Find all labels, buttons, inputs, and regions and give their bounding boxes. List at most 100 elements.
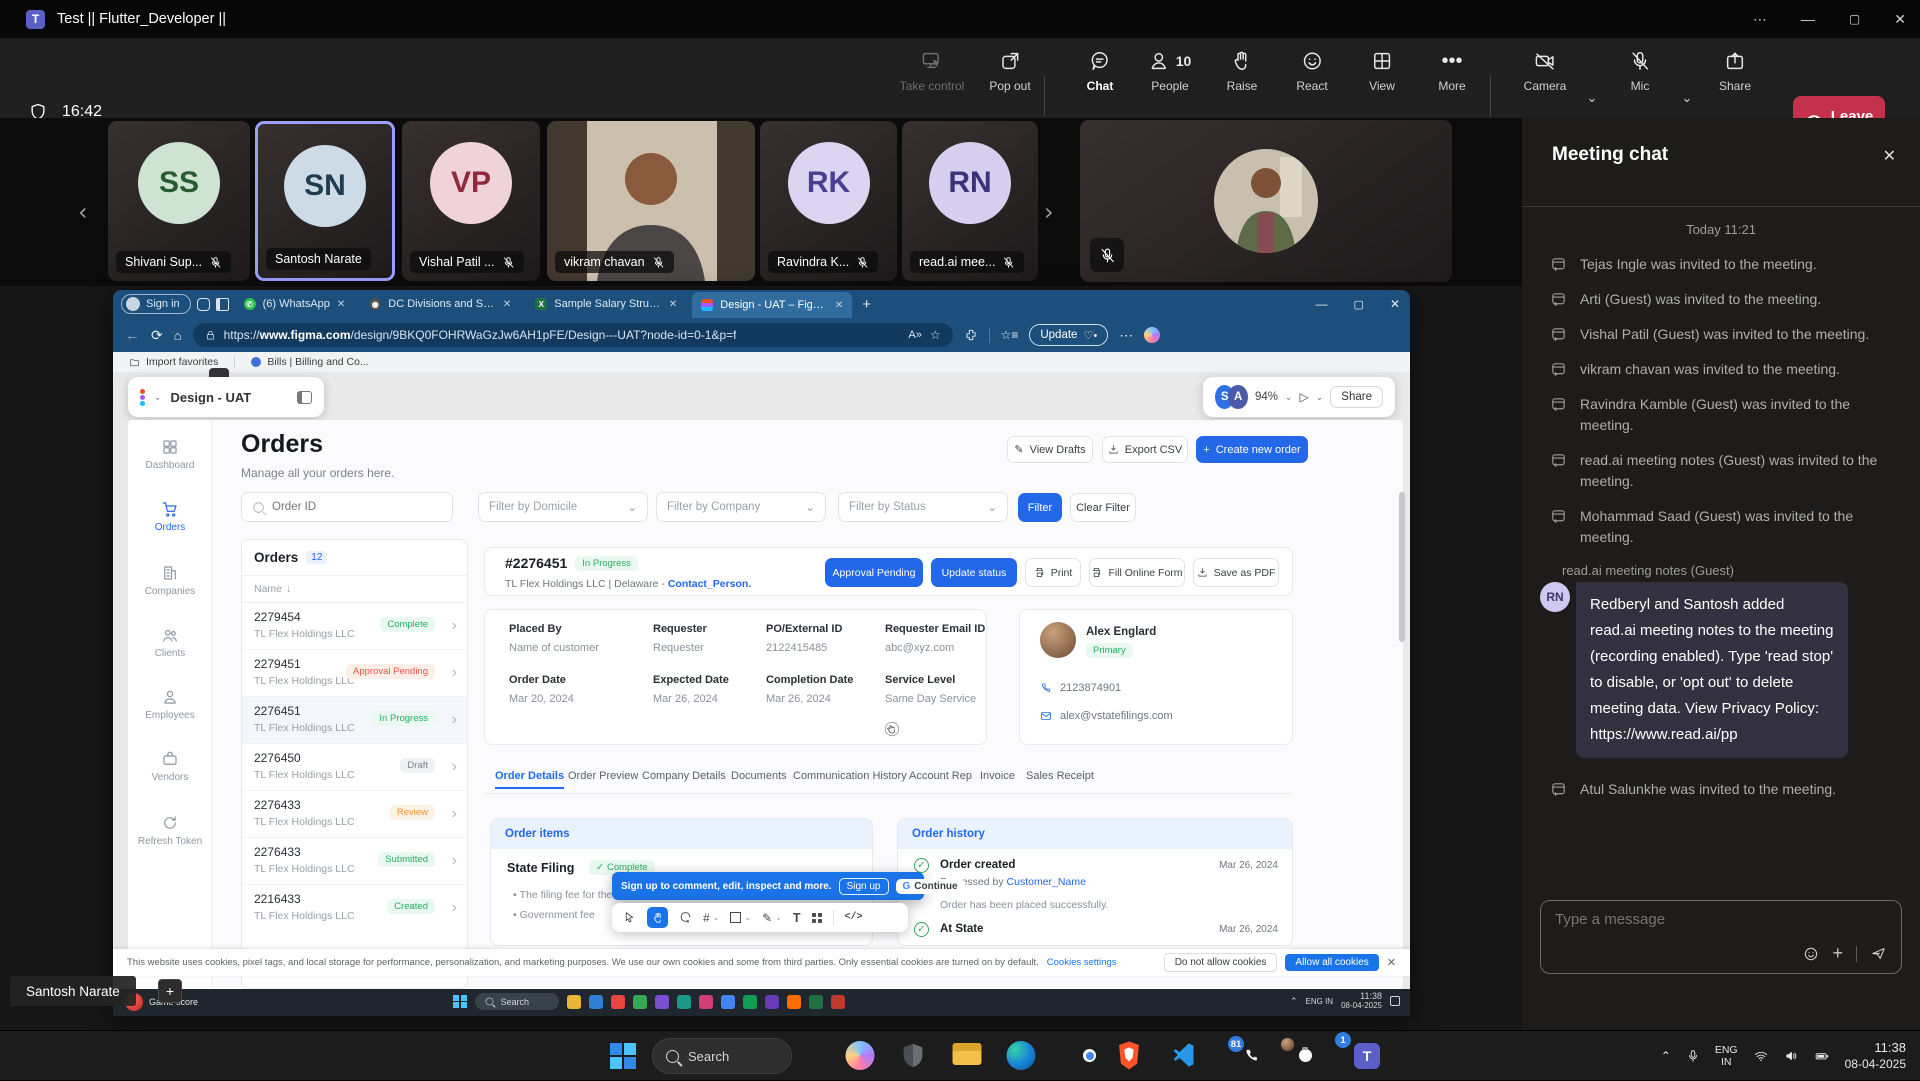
sidebar-item-employees[interactable]: Employees: [128, 688, 212, 721]
browser-tab[interactable]: ✆ (6) WhatsApp✕: [235, 292, 355, 316]
attach-plus-icon[interactable]: +: [1832, 943, 1843, 964]
present-icon[interactable]: ▷: [1300, 390, 1309, 404]
taskbar-app-icon[interactable]: [765, 995, 779, 1009]
battery-icon[interactable]: [1814, 1049, 1830, 1063]
approval-pending-button[interactable]: Approval Pending: [825, 558, 923, 587]
wifi-icon[interactable]: [1753, 1049, 1769, 1063]
allow-cookies-button[interactable]: Allow all cookies: [1285, 954, 1378, 971]
order-row-selected[interactable]: 2276451 TL Flex Holdings LLC In Progress…: [242, 697, 467, 744]
name-column-header[interactable]: Name: [254, 583, 282, 595]
refresh-icon[interactable]: ⟳: [151, 327, 163, 344]
extensions-icon[interactable]: [964, 328, 978, 342]
tab-close-icon[interactable]: ✕: [669, 299, 677, 310]
clear-filter-button[interactable]: Clear Filter: [1070, 493, 1136, 522]
tab-close-icon[interactable]: ✕: [835, 300, 843, 311]
export-csv-button[interactable]: Export CSV: [1102, 436, 1188, 463]
bookmark-item[interactable]: Bills | Billing and Co...: [251, 356, 368, 368]
sort-icon[interactable]: ↓: [286, 583, 291, 595]
comment-tool-icon[interactable]: [679, 911, 692, 924]
save-as-pdf-button[interactable]: Save as PDF: [1193, 558, 1279, 587]
edge-icon[interactable]: [1007, 1041, 1036, 1070]
order-row[interactable]: 2276450 TL Flex Holdings LLC Draft ›: [242, 744, 467, 791]
tab-communication-history[interactable]: Communication History: [793, 770, 907, 782]
browser-menu-icon[interactable]: ⋯: [1119, 327, 1133, 344]
view-button[interactable]: View: [1369, 50, 1395, 93]
shared-clock[interactable]: 11:38 08-04-2025: [1341, 991, 1382, 1011]
company-filter-dropdown[interactable]: Filter by Company⌄: [656, 492, 826, 522]
collaborator-avatar[interactable]: A: [1228, 385, 1247, 409]
people-button[interactable]: 10 People: [1149, 50, 1192, 93]
text-tool-icon[interactable]: T: [793, 911, 801, 925]
figma-share-button[interactable]: Share: [1330, 386, 1383, 408]
browser-profile-button[interactable]: Sign in: [121, 294, 191, 314]
participant-tile[interactable]: RN read.ai mee...: [902, 121, 1038, 281]
taskbar-app-icon[interactable]: [699, 995, 713, 1009]
create-new-order-button[interactable]: +Create new order: [1196, 436, 1308, 463]
language-indicator[interactable]: ENGIN: [1715, 1044, 1738, 1068]
tray-expand-icon[interactable]: ⌃: [1661, 1049, 1671, 1063]
camera-options-chevron[interactable]: ⌄: [1587, 90, 1598, 106]
window-more-icon[interactable]: ⋯: [1753, 11, 1767, 28]
more-button[interactable]: ••• More: [1438, 50, 1465, 93]
tab-sales-receipt[interactable]: Sales Receipt: [1026, 770, 1094, 782]
tab-close-icon[interactable]: ✕: [337, 299, 345, 310]
pen-tool-icon[interactable]: ✎⌄: [762, 911, 782, 925]
read-aloud-icon[interactable]: A»: [908, 329, 921, 341]
sidebar-item-clients[interactable]: Clients: [128, 626, 212, 659]
emoji-icon[interactable]: [1803, 946, 1819, 962]
sidebar-item-vendors[interactable]: Vendors: [128, 750, 212, 783]
taskbar-app-icon[interactable]: [633, 995, 647, 1009]
sidebar-item-dashboard[interactable]: Dashboard: [128, 438, 212, 471]
status-filter-dropdown[interactable]: Filter by Status⌄: [838, 492, 1008, 522]
back-icon[interactable]: ←: [125, 327, 140, 344]
order-row[interactable]: 2216433 TL Flex Holdings LLC Created ›: [242, 885, 467, 932]
filmstrip-next-icon[interactable]: ›: [1044, 198, 1054, 226]
order-row[interactable]: 2276433 TL Flex Holdings LLC Submitted ›: [242, 838, 467, 885]
chat-button[interactable]: Chat: [1087, 50, 1114, 93]
send-icon[interactable]: [1870, 945, 1887, 962]
participant-tile-video[interactable]: vikram chavan: [547, 121, 755, 281]
google-continue-button[interactable]: GContinue: [896, 879, 965, 894]
react-button[interactable]: React: [1296, 50, 1327, 93]
move-tool-icon[interactable]: [623, 911, 636, 924]
file-menu-chevron[interactable]: ⌄: [154, 392, 162, 403]
canvas-scrollbar[interactable]: [1399, 492, 1405, 642]
update-browser-button[interactable]: Update ♡•: [1029, 324, 1108, 346]
view-drafts-button[interactable]: ✎View Drafts: [1007, 436, 1093, 463]
tab-order-preview[interactable]: Order Preview: [568, 770, 638, 782]
favorite-star-icon[interactable]: ☆: [930, 328, 941, 342]
cookie-settings-link[interactable]: Cookies settings: [1047, 957, 1117, 968]
deny-cookies-button[interactable]: Do not allow cookies: [1164, 953, 1278, 972]
favorites-bar-icon[interactable]: ☆≡: [1001, 328, 1019, 342]
domicile-filter-dropdown[interactable]: Filter by Domicile⌄: [478, 492, 648, 522]
taskbar-app-icon[interactable]: [831, 995, 845, 1009]
camera-button[interactable]: Camera: [1524, 50, 1567, 93]
taskbar-app-icon[interactable]: [611, 995, 625, 1009]
filter-apply-button[interactable]: Filter: [1018, 493, 1062, 522]
vertical-tabs-icon[interactable]: [216, 298, 229, 311]
tab-close-icon[interactable]: ✕: [503, 299, 511, 310]
sidebar-item-refresh-token[interactable]: Refresh Token: [128, 814, 212, 847]
taskbar-clock[interactable]: 11:38 08-04-2025: [1845, 1039, 1906, 1073]
dev-mode-icon[interactable]: </>: [845, 912, 863, 923]
notification-icon[interactable]: [1390, 996, 1400, 1006]
sidebar-item-companies[interactable]: Companies: [128, 564, 212, 597]
taskbar-app-icon[interactable]: [721, 995, 735, 1009]
browser-close-icon[interactable]: ✕: [1390, 297, 1400, 311]
fill-online-form-button[interactable]: Fill Online Form: [1089, 558, 1185, 587]
brave-icon[interactable]: [1115, 1040, 1143, 1071]
tray-expand-icon[interactable]: ⌃: [1290, 996, 1298, 1007]
participant-tile[interactable]: RK Ravindra K...: [760, 121, 897, 281]
taskbar-app-icon[interactable]: [589, 995, 603, 1009]
participant-tile[interactable]: SS Shivani Sup...: [108, 121, 250, 281]
frame-tool-icon[interactable]: #⌄: [703, 911, 719, 925]
order-id-search-input[interactable]: [241, 492, 453, 522]
copilot-icon[interactable]: [846, 1041, 875, 1070]
contact-email[interactable]: alex@vstatefilings.com: [1040, 710, 1173, 722]
participant-tile[interactable]: VP Vishal Patil ...: [402, 121, 540, 281]
zoom-chevron[interactable]: ⌄: [1285, 392, 1293, 403]
shield-app-icon[interactable]: [899, 1041, 927, 1070]
print-button[interactable]: Print: [1025, 558, 1081, 587]
tab-invoice[interactable]: Invoice: [980, 770, 1015, 782]
customer-name-link[interactable]: Customer_Name: [1007, 876, 1086, 888]
